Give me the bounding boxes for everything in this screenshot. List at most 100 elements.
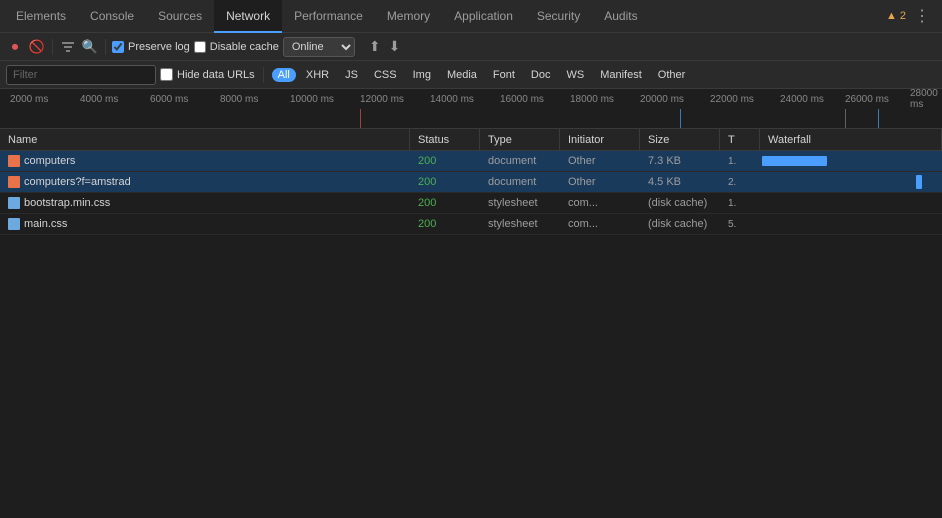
hide-data-urls-label[interactable]: Hide data URLs	[160, 68, 255, 81]
disable-cache-label[interactable]: Disable cache	[194, 41, 279, 53]
row-type-maincss: stylesheet	[480, 214, 560, 235]
filter-tag-font[interactable]: Font	[487, 68, 521, 82]
col-header-status[interactable]: Status	[410, 129, 480, 151]
row-icon-html	[8, 155, 20, 167]
row-type-computers: document	[480, 151, 560, 172]
tab-application[interactable]: Application	[442, 0, 525, 33]
filter-tag-xhr[interactable]: XHR	[300, 68, 335, 82]
tab-elements[interactable]: Elements	[4, 0, 78, 33]
filter-tag-ws[interactable]: WS	[560, 68, 590, 82]
filter-bar: Hide data URLs All XHR JS CSS Img Media …	[0, 61, 942, 89]
row-time-maincss: 5.	[720, 214, 760, 235]
clear-button[interactable]: 🚫	[28, 38, 46, 56]
row-name-bootstrap: bootstrap.min.css	[0, 193, 410, 214]
filter-tag-manifest[interactable]: Manifest	[594, 68, 648, 82]
tl-label-4000: 4000 ms	[80, 94, 118, 105]
preserve-log-checkbox[interactable]	[112, 41, 124, 53]
tl-white-line	[845, 109, 846, 129]
timeline-ruler: 2000 ms 4000 ms 6000 ms 8000 ms 10000 ms…	[0, 89, 942, 129]
tab-sources[interactable]: Sources	[146, 0, 214, 33]
row-status-computers: 200	[410, 151, 480, 172]
filter-tag-other[interactable]: Other	[652, 68, 692, 82]
col-header-waterfall[interactable]: Waterfall	[760, 129, 942, 151]
row-waterfall-maincss	[760, 214, 942, 235]
tl-label-14000: 14000 ms	[430, 94, 474, 105]
col-header-size[interactable]: Size	[640, 129, 720, 151]
warning-badge[interactable]: ▲ 2	[886, 10, 906, 22]
import-button[interactable]: ⬆	[367, 38, 383, 55]
row-time-bootstrap: 1.	[720, 193, 760, 214]
filter-tag-all[interactable]: All	[272, 68, 296, 82]
network-throttle-select[interactable]: Online Fast 3G Slow 3G Offline	[283, 37, 355, 57]
col-header-initiator[interactable]: Initiator	[560, 129, 640, 151]
row-size-bootstrap: (disk cache)	[640, 193, 720, 214]
row-initiator-maincss: com...	[560, 214, 640, 235]
tl-label-16000: 16000 ms	[500, 94, 544, 105]
column-headers: Name Status Type Initiator Size T Waterf…	[0, 129, 942, 151]
row-type-bootstrap: stylesheet	[480, 193, 560, 214]
table-row[interactable]: computers 200 document Other 7.3 KB 1.	[0, 151, 942, 172]
tl-label-8000: 8000 ms	[220, 94, 258, 105]
row-status-maincss: 200	[410, 214, 480, 235]
tab-audits[interactable]: Audits	[592, 0, 649, 33]
timeline-vlines	[0, 109, 942, 129]
col-header-type[interactable]: Type	[480, 129, 560, 151]
tab-security[interactable]: Security	[525, 0, 592, 33]
tl-label-20000: 20000 ms	[640, 94, 684, 105]
tab-network[interactable]: Network	[214, 0, 282, 33]
row-name-maincss: main.css	[0, 214, 410, 235]
table-row[interactable]: computers?f=amstrad 200 document Other 4…	[0, 172, 942, 193]
filter-tag-img[interactable]: Img	[407, 68, 437, 82]
row-time-computers: 1.	[720, 151, 760, 172]
more-options-icon[interactable]: ⋮	[914, 6, 930, 26]
filter-tag-media[interactable]: Media	[441, 68, 483, 82]
tl-label-10000: 10000 ms	[290, 94, 334, 105]
row-initiator-bootstrap: com...	[560, 193, 640, 214]
preserve-log-label[interactable]: Preserve log	[112, 41, 190, 53]
tl-red-line	[360, 109, 361, 129]
row-initiator-amstrad: Other	[560, 172, 640, 193]
search-button[interactable]: 🔍	[81, 38, 99, 56]
tl-label-24000: 24000 ms	[780, 94, 824, 105]
disable-cache-checkbox[interactable]	[194, 41, 206, 53]
toolbar-divider-1	[52, 39, 53, 55]
record-button[interactable]: ⏺	[6, 38, 24, 56]
filter-tag-css[interactable]: CSS	[368, 68, 403, 82]
tl-label-6000: 6000 ms	[150, 94, 188, 105]
row-status-bootstrap: 200	[410, 193, 480, 214]
tab-right-area: ▲ 2 ⋮	[886, 6, 938, 26]
col-header-name[interactable]: Name	[0, 129, 410, 151]
tl-label-28000: 28000 ms	[910, 89, 942, 110]
table-row[interactable]: main.css 200 stylesheet com... (disk cac…	[0, 214, 942, 235]
filter-input[interactable]	[6, 65, 156, 85]
hide-data-urls-checkbox[interactable]	[160, 68, 173, 81]
table-row[interactable]: bootstrap.min.css 200 stylesheet com... …	[0, 193, 942, 214]
row-name-computers: computers	[0, 151, 410, 172]
row-waterfall-bootstrap	[760, 193, 942, 214]
timeline-labels-row: 2000 ms 4000 ms 6000 ms 8000 ms 10000 ms…	[0, 89, 942, 109]
row-icon-css	[8, 197, 20, 209]
row-status-amstrad: 200	[410, 172, 480, 193]
tab-performance[interactable]: Performance	[282, 0, 375, 33]
toolbar: ⏺ 🚫 🔍 Preserve log Disable cache Online …	[0, 33, 942, 61]
tab-bar: Elements Console Sources Network Perform…	[0, 0, 942, 33]
row-size-maincss: (disk cache)	[640, 214, 720, 235]
row-size-computers: 7.3 KB	[640, 151, 720, 172]
filter-tag-doc[interactable]: Doc	[525, 68, 557, 82]
row-size-amstrad: 4.5 KB	[640, 172, 720, 193]
row-type-amstrad: document	[480, 172, 560, 193]
row-waterfall-computers	[760, 151, 942, 172]
filter-button[interactable]	[59, 38, 77, 56]
row-waterfall-amstrad	[760, 172, 942, 193]
tl-label-12000: 12000 ms	[360, 94, 404, 105]
row-icon-html	[8, 176, 20, 188]
tab-memory[interactable]: Memory	[375, 0, 442, 33]
toolbar-divider-2	[105, 39, 106, 55]
filter-tag-js[interactable]: JS	[339, 68, 364, 82]
export-button[interactable]: ⬇	[387, 38, 403, 55]
tab-console[interactable]: Console	[78, 0, 146, 33]
col-header-time[interactable]: T	[720, 129, 760, 151]
row-initiator-computers: Other	[560, 151, 640, 172]
network-rows: computers 200 document Other 7.3 KB 1. c…	[0, 151, 942, 235]
waterfall-bar-small	[916, 175, 922, 189]
